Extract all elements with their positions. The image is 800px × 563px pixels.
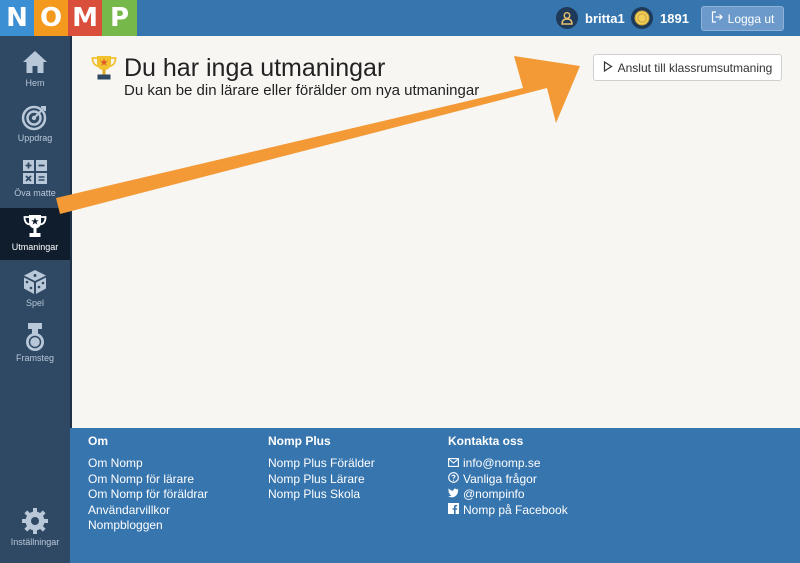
footer-link[interactable]: Nomp Plus Lärare [268, 472, 375, 488]
footer-link[interactable]: Om Nomp för föräldrar [88, 487, 208, 503]
footer-heading: Om [88, 434, 109, 448]
coin-count: 1891 [660, 10, 689, 26]
sidebar-item-label: Uppdrag [17, 133, 53, 143]
footer-column-om: Om Om Nomp Om Nomp för lärare Om Nomp fö… [88, 434, 208, 534]
sidebar-item-hem[interactable]: Hem [0, 44, 70, 96]
sidebar: Hem Uppdrag Öva matte Utmaningar Spel Fr… [0, 36, 70, 563]
footer-heading: Kontakta oss [448, 434, 524, 448]
footer-link[interactable]: Nompbloggen [88, 518, 208, 534]
footer-link-label: Vanliga frågor [463, 471, 537, 486]
logo-letter-o: O [34, 0, 68, 36]
medal-icon [20, 322, 50, 352]
footer-link-label: info@nomp.se [463, 456, 541, 470]
logo-letter-m: M [68, 0, 102, 36]
footer: Om Om Nomp Om Nomp för lärare Om Nomp fö… [70, 428, 800, 563]
trophy-icon [91, 54, 117, 82]
main-content: Du har inga utmaningar Du kan be din lär… [72, 36, 800, 428]
coin-icon [631, 7, 653, 29]
username: britta1 [585, 10, 625, 26]
sidebar-item-uppdrag[interactable]: Uppdrag [0, 99, 70, 151]
footer-heading: Nomp Plus [268, 434, 331, 448]
logout-button[interactable]: Logga ut [701, 6, 784, 31]
sidebar-item-label: Framsteg [15, 353, 54, 363]
gear-icon [20, 506, 50, 536]
footer-link[interactable]: Om Nomp för lärare [88, 472, 208, 488]
footer-column-kontakt: Kontakta oss info@nomp.se Vanliga frågor… [448, 434, 568, 518]
footer-link-facebook[interactable]: Nomp på Facebook [448, 502, 568, 519]
footer-link-label: Nomp på Facebook [463, 502, 568, 517]
calculator-icon [20, 157, 50, 187]
logout-label: Logga ut [727, 11, 775, 26]
footer-link[interactable]: Användarvillkor [88, 503, 208, 519]
dice-icon [20, 267, 50, 297]
join-button-label: Anslut till klassrumsutmaning [617, 60, 773, 75]
sidebar-item-framsteg[interactable]: Framsteg [0, 319, 70, 371]
coin-balance: 1891 [631, 7, 689, 29]
user-profile[interactable]: britta1 [556, 7, 625, 29]
envelope-icon [448, 456, 459, 472]
question-circle-icon [448, 471, 459, 488]
footer-column-nomp-plus: Nomp Plus Nomp Plus Förälder Nomp Plus L… [268, 434, 375, 503]
sidebar-item-label: Spel [25, 298, 44, 308]
twitter-icon [448, 487, 459, 503]
footer-link[interactable]: Om Nomp [88, 456, 208, 472]
footer-link[interactable]: Nomp Plus Förälder [268, 456, 375, 472]
footer-link-twitter[interactable]: @nompinfo [448, 487, 568, 503]
sidebar-item-spel[interactable]: Spel [0, 264, 70, 316]
sidebar-item-utmaningar[interactable]: Utmaningar [0, 208, 70, 260]
page-title: Du har inga utmaningar [124, 54, 386, 82]
top-bar: N O M P britta1 1891 Logga ut [0, 0, 800, 36]
logo-letter-p: P [102, 0, 137, 36]
sidebar-item-label: Inställningar [10, 537, 60, 547]
play-icon [603, 60, 613, 75]
sidebar-item-installningar[interactable]: Inställningar [0, 503, 70, 555]
nomp-logo[interactable]: N O M P [0, 0, 137, 36]
home-icon [20, 47, 50, 77]
join-classroom-challenge-button[interactable]: Anslut till klassrumsutmaning [593, 54, 782, 81]
sidebar-item-label: Utmaningar [11, 242, 59, 252]
target-icon [20, 102, 50, 132]
sidebar-item-ova-matte[interactable]: Öva matte [0, 154, 70, 206]
footer-link[interactable]: Nomp Plus Skola [268, 487, 375, 503]
logo-letter-n: N [0, 0, 34, 36]
sidebar-item-label: Hem [25, 78, 45, 88]
footer-link-email[interactable]: info@nomp.se [448, 456, 568, 472]
user-avatar-icon [556, 7, 578, 29]
logout-icon [711, 11, 723, 26]
footer-link-faq[interactable]: Vanliga frågor [448, 472, 568, 488]
footer-link-label: @nompinfo [463, 487, 525, 501]
facebook-icon [448, 502, 459, 519]
sidebar-item-label: Öva matte [14, 188, 56, 198]
trophy-icon [20, 211, 50, 241]
page-subtitle: Du kan be din lärare eller förälder om n… [124, 82, 480, 99]
